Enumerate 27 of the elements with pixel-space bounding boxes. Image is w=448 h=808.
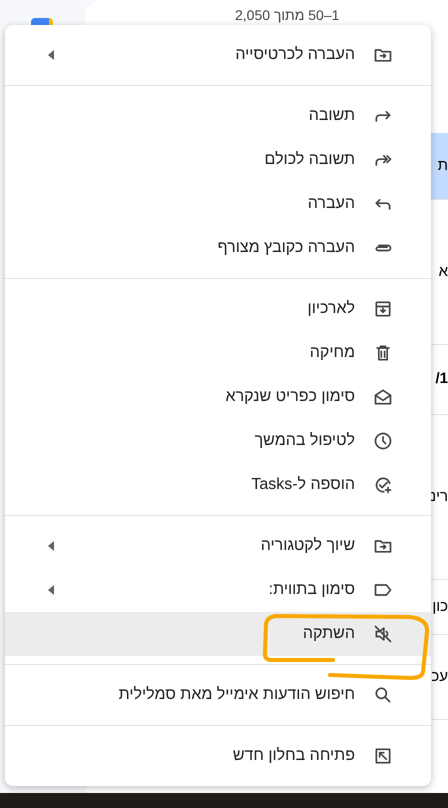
menu-item[interactable]: סימון בתווית: (5, 568, 431, 612)
menu-item[interactable]: מחיקה (5, 331, 431, 375)
archive-icon (373, 299, 393, 319)
menu-item[interactable]: סימון כפריט שנקרא (5, 375, 431, 419)
open-envelope-icon (373, 387, 393, 407)
menu-item[interactable]: העברה (5, 182, 431, 226)
menu-item[interactable]: לארכיון (5, 287, 431, 331)
menu-item[interactable]: שיוך לקטגוריה (5, 524, 431, 568)
menu-item[interactable]: העברה לכרטיסייה (5, 33, 431, 77)
muted-speaker-icon (373, 624, 393, 644)
email-row[interactable]: ת (431, 133, 448, 200)
menu-item[interactable]: חיפוש הודעות אימייל מאת סמלילית (5, 673, 431, 717)
menu-item[interactable]: השתקה (5, 612, 431, 656)
search-icon (373, 685, 393, 705)
menu-item[interactable]: העברה כקובץ מצורף (5, 226, 431, 270)
submenu-arrow-icon (48, 585, 54, 595)
menu-item[interactable]: הוספה ל-Tasks (5, 463, 431, 507)
menu-item[interactable]: פתיחה בחלון חדש (5, 734, 431, 778)
open-in-window-icon (373, 746, 393, 766)
menu-item[interactable]: תשובה לכולם (5, 138, 431, 182)
submenu-arrow-icon (48, 541, 54, 551)
submenu-arrow-icon (48, 50, 54, 60)
clock-icon (373, 431, 393, 451)
menu-item[interactable]: תשובה (5, 94, 431, 138)
menu-item[interactable]: לטיפול בהמשך (5, 419, 431, 463)
check-plus-icon (373, 475, 393, 495)
pager-text: 1–50 מתוך 2,050 (235, 7, 340, 23)
